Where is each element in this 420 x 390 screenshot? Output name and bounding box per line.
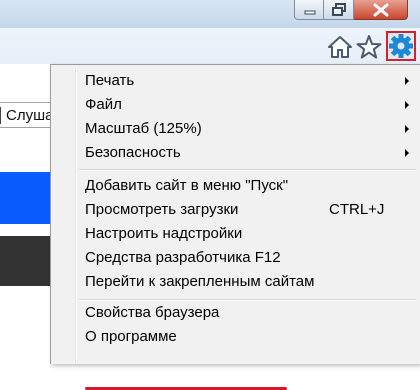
- menu-item-label: Настроить надстройки: [85, 225, 243, 242]
- close-icon: [373, 3, 389, 17]
- menu-item-pinned-sites[interactable]: Перейти к закрепленным сайтам: [85, 270, 314, 294]
- menu-item-label: Добавить сайт в меню "Пуск": [85, 177, 289, 194]
- menu-item-manage-addons[interactable]: Настроить надстройки: [85, 222, 242, 246]
- page-blue-banner: [0, 172, 50, 224]
- submenu-arrow-icon: [405, 101, 409, 109]
- menu-item-zoom[interactable]: Масштаб (125%): [85, 117, 409, 141]
- search-field[interactable]: Слуша: [0, 102, 54, 128]
- menu-item-label: Безопасность: [85, 144, 181, 161]
- menu-item-about[interactable]: О программе: [85, 325, 177, 349]
- tools-menu: Печать Файл Масштаб (125%) Безопасность …: [50, 64, 420, 390]
- menu-item-label: О программе: [85, 328, 177, 345]
- menu-item-label: Масштаб (125%): [85, 120, 202, 137]
- maximize-button[interactable]: [324, 0, 354, 20]
- field-divider: [0, 107, 1, 124]
- menu-item-security[interactable]: Безопасность: [85, 141, 409, 165]
- menu-item-add-to-start[interactable]: Добавить сайт в меню "Пуск": [85, 174, 288, 198]
- maximize-icon: [332, 3, 346, 16]
- search-field-text: Слуша: [6, 107, 54, 124]
- favorites-star-icon[interactable]: [356, 34, 382, 60]
- menu-item-view-downloads[interactable]: Просмотреть загрузки CTRL+J: [85, 198, 384, 222]
- minimize-icon: [304, 10, 316, 15]
- tools-button[interactable]: [386, 31, 416, 61]
- menu-item-label: Свойства браузера: [85, 304, 220, 321]
- menu-item-label: Файл: [85, 96, 122, 113]
- menu-separator: [79, 169, 416, 171]
- menu-item-label: Перейти к закрепленным сайтам: [85, 273, 315, 290]
- home-icon[interactable]: [327, 34, 353, 60]
- menu-item-shortcut: CTRL+J: [329, 201, 385, 218]
- submenu-arrow-icon: [405, 77, 409, 85]
- submenu-arrow-icon: [405, 125, 409, 133]
- page-dark-banner: [0, 236, 50, 286]
- gear-icon: [389, 34, 413, 58]
- menu-item-label: Печать: [85, 72, 135, 89]
- menu-item-file[interactable]: Файл: [85, 93, 409, 117]
- submenu-arrow-icon: [405, 149, 409, 157]
- minimize-button[interactable]: [294, 0, 324, 20]
- close-button[interactable]: [354, 0, 408, 20]
- menu-item-internet-options[interactable]: Свойства браузера: [85, 301, 219, 325]
- menu-item-label: Просмотреть загрузки: [85, 201, 239, 218]
- menu-item-print[interactable]: Печать: [85, 69, 409, 93]
- menu-item-developer-tools[interactable]: Средства разработчика F12: [85, 246, 281, 270]
- menu-item-label: Средства разработчика F12: [85, 249, 281, 266]
